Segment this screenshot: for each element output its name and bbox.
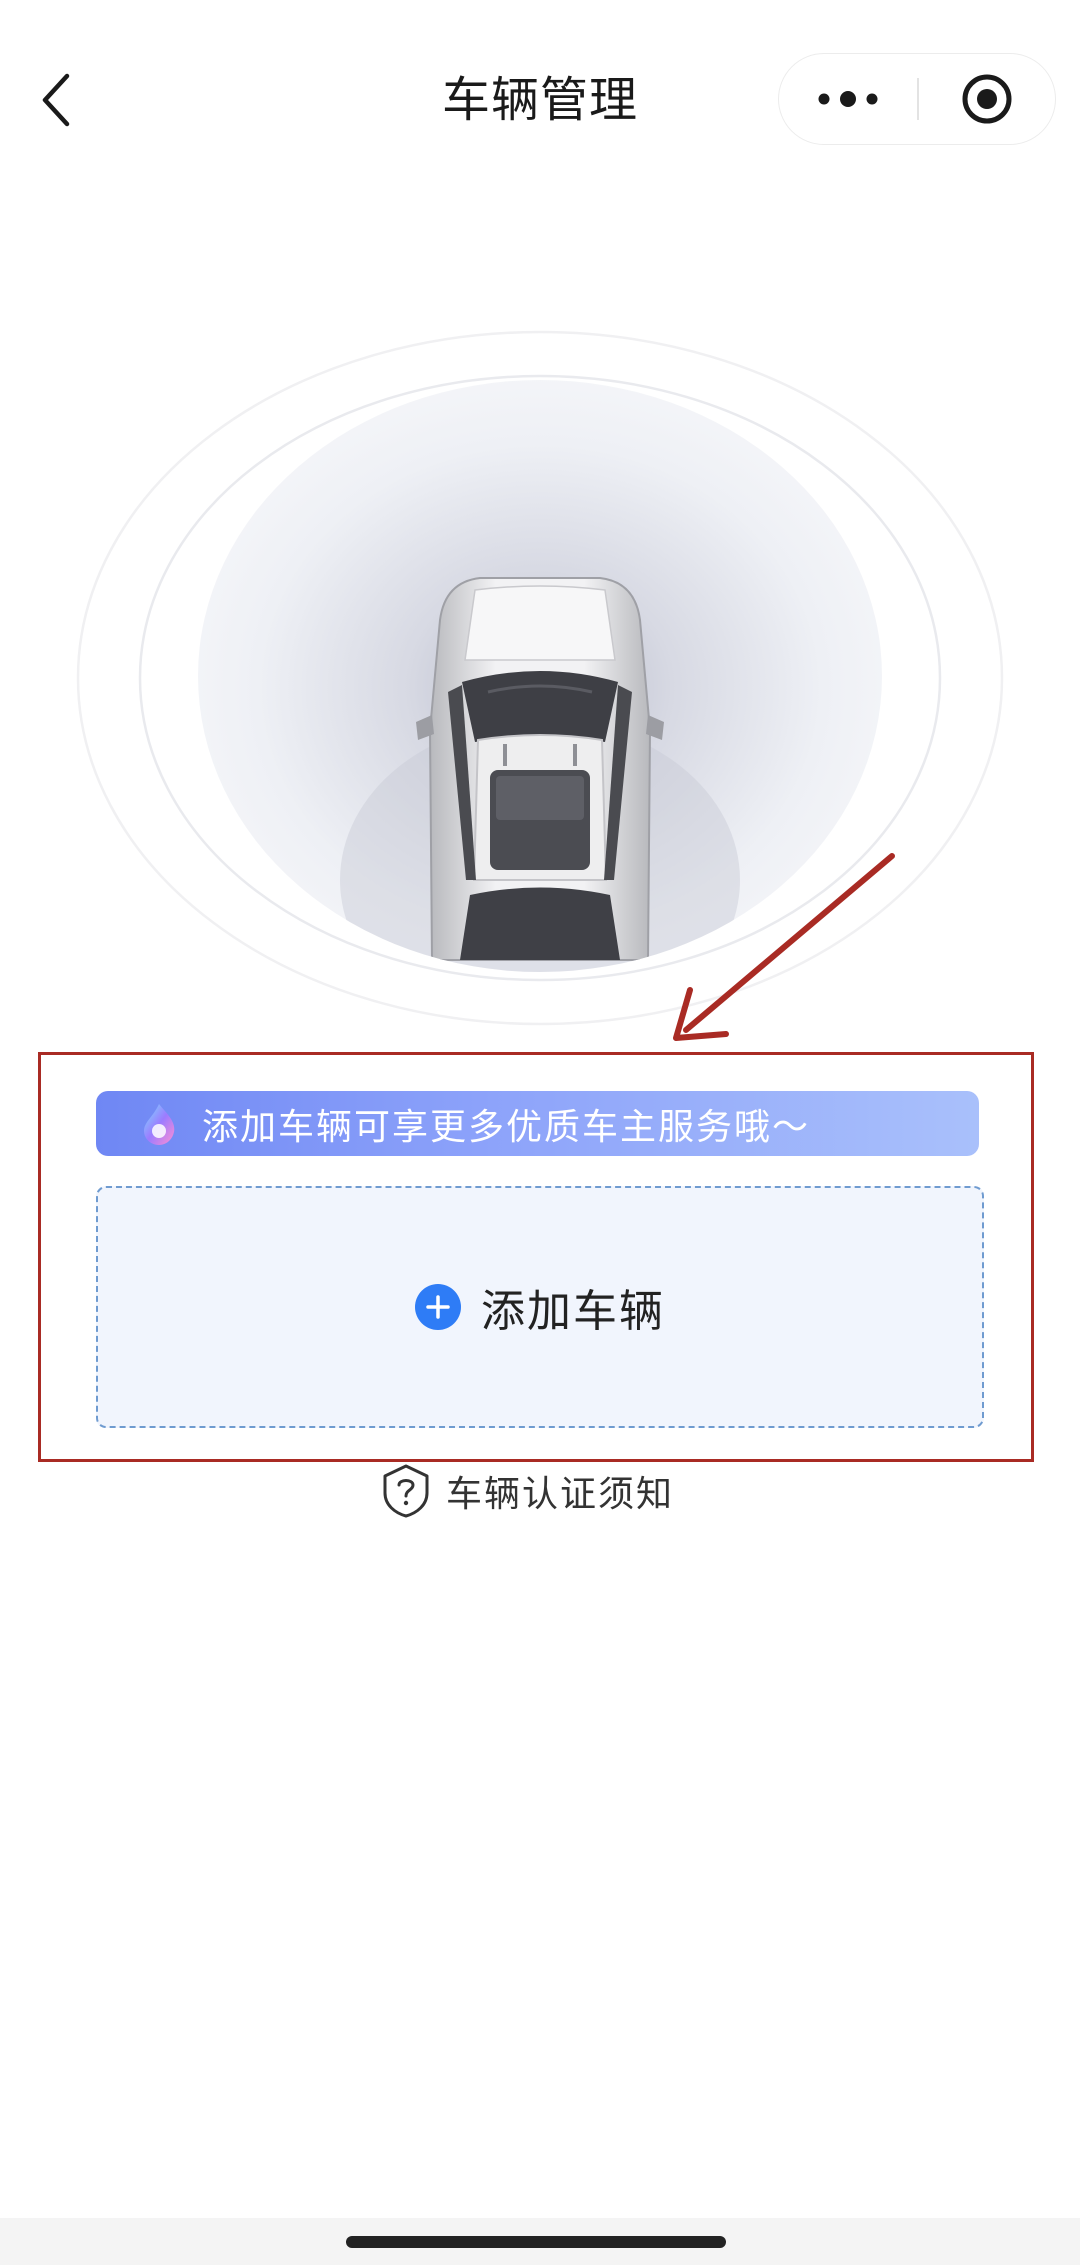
target-close-icon <box>962 74 1012 123</box>
vehicle-management-page: 车辆管理 添加车辆可享更多优质车主服务哦～ 添加车辆 车辆认证须知 <box>0 0 1080 2265</box>
add-vehicle-label: 添加车辆 <box>481 1286 665 1337</box>
mini-program-capsule <box>778 53 1056 145</box>
annotation-arrow <box>673 853 895 1041</box>
shield-question-icon <box>383 1464 429 1518</box>
car-illustration <box>76 330 1004 1026</box>
promo-text: 添加车辆可享更多优质车主服务哦～ <box>202 1106 811 1148</box>
vehicle-certification-notice-link[interactable]: 车辆认证须知 <box>380 1462 674 1520</box>
more-dots-icon <box>818 90 878 107</box>
assistant-flame-icon <box>144 1103 175 1145</box>
notice-label: 车辆认证须知 <box>446 1474 675 1515</box>
more-button[interactable] <box>779 54 917 143</box>
home-indicator[interactable] <box>346 2236 726 2248</box>
promo-banner: 添加车辆可享更多优质车主服务哦～ <box>96 1091 979 1156</box>
close-button[interactable] <box>919 54 1055 143</box>
add-vehicle-button[interactable]: 添加车辆 <box>96 1186 984 1428</box>
plus-circle-icon <box>415 1284 461 1330</box>
